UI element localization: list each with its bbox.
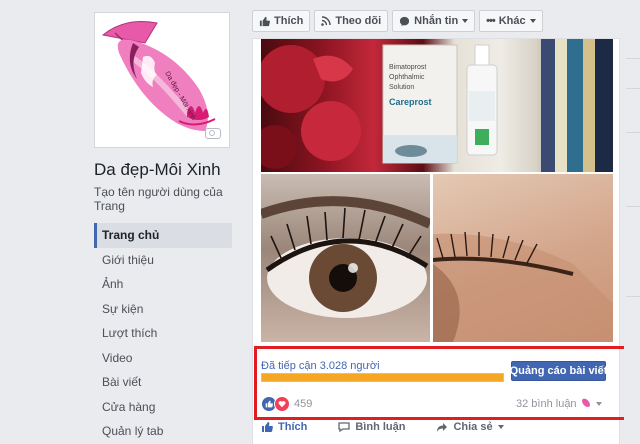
chevron-down-icon xyxy=(497,425,504,429)
nav-item-events[interactable]: Sự kiện xyxy=(94,297,232,322)
post-like-button[interactable]: Thích xyxy=(261,421,307,433)
thumbs-up-icon xyxy=(262,422,273,432)
svg-text:Careprost: Careprost xyxy=(389,97,432,107)
message-button[interactable]: Nhắn tin xyxy=(392,10,476,32)
messenger-icon xyxy=(400,16,410,26)
post-image-eyelash-closeup[interactable] xyxy=(433,174,613,342)
annotation-highlight-box xyxy=(254,346,635,420)
nav-item-home[interactable]: Trang chủ xyxy=(94,223,232,248)
nav-item-manage-tabs[interactable]: Quản lý tab xyxy=(94,419,232,444)
svg-text:Bimatoprost: Bimatoprost xyxy=(389,64,426,71)
camera-icon[interactable] xyxy=(205,128,221,139)
share-icon xyxy=(437,423,448,432)
nav-item-videos[interactable]: Video xyxy=(94,346,232,371)
nav-item-likes[interactable]: Lượt thích xyxy=(94,321,232,346)
rss-icon xyxy=(321,16,332,26)
create-username-link[interactable]: Tạo tên người dùng của Trang xyxy=(94,185,244,213)
product-photo: Bimatoprost Ophthalmic Solution Carepros… xyxy=(261,39,613,172)
nav-item-posts[interactable]: Bài viết xyxy=(94,370,232,395)
eyelash-photo xyxy=(433,231,613,342)
svg-text:Solution: Solution xyxy=(389,84,414,91)
post-comment-button[interactable]: Bình luận xyxy=(338,421,405,433)
comment-icon xyxy=(338,422,350,433)
more-dots-icon: ••• xyxy=(486,15,496,27)
chevron-down-icon xyxy=(462,19,469,23)
nav-item-photos[interactable]: Ảnh xyxy=(94,272,232,297)
post-image-eye-closeup[interactable] xyxy=(261,174,430,342)
page-profile-picture[interactable]: Da đẹp - Môi xinh xyxy=(94,12,230,148)
page-action-bar: Thích Theo dõi Nhắn tin ••• Khác xyxy=(252,10,543,32)
like-page-button[interactable]: Thích xyxy=(252,10,311,32)
post-image-product[interactable]: Bimatoprost Ophthalmic Solution Carepros… xyxy=(261,39,613,172)
more-button[interactable]: ••• Khác xyxy=(479,10,543,32)
eye-photo xyxy=(261,196,430,318)
page-nav: Trang chủ Giới thiệu Ảnh Sự kiện Lượt th… xyxy=(94,223,232,444)
post-action-bar: Thích Bình luận Chia sẻ xyxy=(261,421,535,433)
chevron-down-icon xyxy=(529,19,536,23)
page-logo: Da đẹp - Môi xinh xyxy=(101,21,216,131)
nav-item-about[interactable]: Giới thiệu xyxy=(94,248,232,273)
right-column-edge xyxy=(624,0,640,444)
page-title[interactable]: Da đẹp-Môi Xinh xyxy=(94,160,221,180)
nav-item-shop[interactable]: Cửa hàng xyxy=(94,395,232,420)
thumbs-up-icon xyxy=(259,16,270,26)
follow-button[interactable]: Theo dõi xyxy=(314,10,389,32)
svg-text:Ophthalmic: Ophthalmic xyxy=(389,74,425,81)
post-share-button[interactable]: Chia sẻ xyxy=(436,421,504,433)
